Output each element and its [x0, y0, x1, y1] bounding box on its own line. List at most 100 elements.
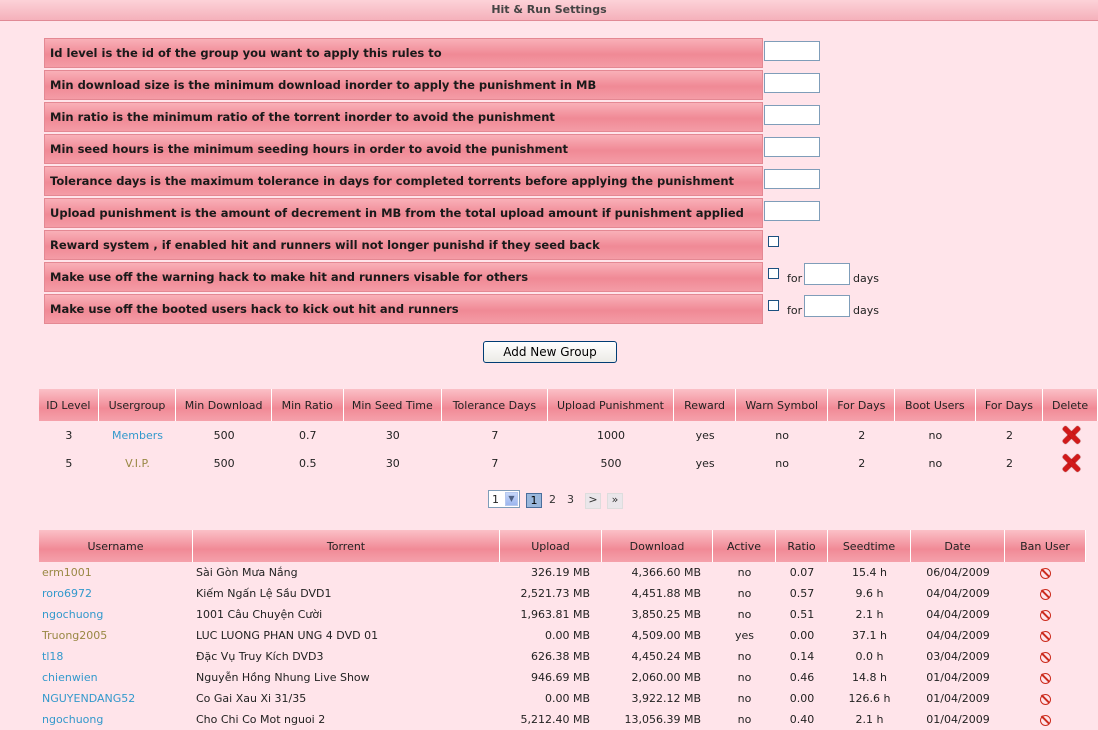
- delete-cell: [1043, 421, 1098, 449]
- boot-days: 2: [1005, 428, 1013, 442]
- ban-user-icon[interactable]: [1040, 714, 1051, 726]
- username-link[interactable]: NGUYENDANG52: [39, 688, 193, 709]
- table-row: erm1001 Sài Gòn Mưa Nắng 326.19 MB 4,366.60…: [39, 562, 1086, 583]
- column-header: Min Ratio: [271, 389, 344, 421]
- column-header: For Days: [975, 389, 1044, 421]
- seedtime: 37.1 h: [852, 629, 887, 642]
- upload-punishment-input[interactable]: [764, 201, 820, 221]
- column-header: ID Level: [39, 389, 99, 421]
- torrent-link[interactable]: Nguyễn Hồng Nhung Live Show: [193, 667, 500, 688]
- reward-checkbox[interactable]: [768, 236, 779, 247]
- username-link[interactable]: chienwien: [39, 667, 193, 688]
- for-label: for: [787, 304, 803, 317]
- ban-user-icon[interactable]: [1040, 609, 1051, 621]
- download: 13,056.39 MB: [624, 713, 701, 726]
- min-seed-hours-input[interactable]: [764, 137, 820, 157]
- ban-user-icon[interactable]: [1040, 693, 1051, 705]
- warn-days: 2: [858, 428, 866, 442]
- table-row: 5 V.I.P. 500 0.5 30 7 500 yes no 2 no 2: [39, 449, 1098, 477]
- seedtime: 2.1 h: [855, 608, 884, 621]
- boot-checkbox[interactable]: [768, 300, 779, 311]
- column-header: For Days: [828, 389, 896, 421]
- ban-user-icon[interactable]: [1040, 630, 1051, 642]
- active: no: [737, 692, 752, 705]
- column-header: Ratio: [776, 530, 828, 562]
- column-header: Seedtime: [828, 530, 911, 562]
- ratio: 0.00: [789, 629, 815, 642]
- username-link[interactable]: Truong2005: [39, 625, 193, 646]
- torrent-link[interactable]: Co Gai Xau Xi 31/35: [193, 688, 500, 709]
- setting-label: Reward system , if enabled hit and runne…: [44, 230, 763, 260]
- table-header-row: Username Torrent Upload Download Active …: [39, 530, 1086, 562]
- torrent-link[interactable]: Cho Chi Co Mot nguoi 2: [193, 709, 500, 730]
- add-new-group-button[interactable]: Add New Group: [483, 341, 617, 363]
- id-level-input[interactable]: [764, 41, 820, 61]
- setting-label: Min seed hours is the minimum seeding ho…: [44, 134, 763, 164]
- table-header-row: ID Level Usergroup Min Download Min Rati…: [39, 389, 1098, 421]
- boot-days-input[interactable]: [804, 295, 850, 317]
- ban-user-icon[interactable]: [1040, 651, 1051, 663]
- delete-x-icon[interactable]: [1061, 425, 1081, 445]
- download: 4,366.60 MB: [631, 566, 701, 579]
- torrent-link[interactable]: LUC LUONG PHAN UNG 4 DVD 01: [193, 625, 500, 646]
- tolerance-days: 7: [491, 456, 499, 470]
- delete-x-icon[interactable]: [1061, 453, 1081, 473]
- download: 4,509.00 MB: [631, 629, 701, 642]
- page-select[interactable]: 1 ▼: [488, 490, 520, 508]
- username-link[interactable]: erm1001: [39, 562, 193, 583]
- torrent-link[interactable]: 1001 Câu Chuyện Cười: [193, 604, 500, 625]
- ratio: 0.07: [789, 566, 815, 579]
- date: 04/04/2009: [926, 629, 990, 642]
- date: 06/04/2009: [926, 566, 990, 579]
- username-link[interactable]: ngochuong: [39, 604, 193, 625]
- page-current[interactable]: 1: [526, 493, 542, 508]
- usergroup-link[interactable]: Members: [99, 421, 177, 449]
- usergroup-link[interactable]: V.I.P.: [99, 449, 177, 477]
- username-link[interactable]: roro6972: [39, 583, 193, 604]
- upload: 0.00 MB: [544, 692, 590, 705]
- ban-user-icon[interactable]: [1040, 567, 1051, 579]
- ratio: 0.51: [789, 608, 815, 621]
- page-link-2[interactable]: 2: [549, 493, 556, 507]
- download: 2,060.00 MB: [631, 671, 701, 684]
- ratio: 0.57: [789, 587, 815, 600]
- min-seed-time: 30: [385, 456, 400, 470]
- days-label: days: [853, 304, 879, 317]
- id-level: 5: [65, 456, 73, 470]
- column-header: Download: [602, 530, 713, 562]
- tolerance-days-input[interactable]: [764, 169, 820, 189]
- column-header: Reward: [674, 389, 736, 421]
- username-link[interactable]: tl18: [39, 646, 193, 667]
- warning-days-input[interactable]: [804, 263, 850, 285]
- seedtime: 9.6 h: [855, 587, 884, 600]
- upload: 326.19 MB: [530, 566, 590, 579]
- min-download-input[interactable]: [764, 73, 820, 93]
- username-link[interactable]: ngochuong: [39, 709, 193, 730]
- ban-user-icon[interactable]: [1040, 672, 1051, 684]
- seedtime: 15.4 h: [852, 566, 887, 579]
- warning-checkbox[interactable]: [768, 268, 779, 279]
- next-page-button[interactable]: >: [585, 493, 601, 509]
- seedtime: 14.8 h: [852, 671, 887, 684]
- table-row: 3 Members 500 0.7 30 7 1000 yes no 2 no …: [39, 421, 1098, 449]
- upload: 946.69 MB: [530, 671, 590, 684]
- warn-symbol: no: [775, 456, 789, 470]
- tolerance-days: 7: [491, 428, 499, 442]
- page-title: Hit & Run Settings: [0, 0, 1098, 21]
- setting-label: Tolerance days is the maximum tolerance …: [44, 166, 763, 196]
- torrent-link[interactable]: Sài Gòn Mưa Nắng: [193, 562, 500, 583]
- last-page-button[interactable]: »: [607, 493, 623, 509]
- min-ratio-input[interactable]: [764, 105, 820, 125]
- days-label: days: [853, 272, 879, 285]
- ban-user-cell: [1005, 709, 1086, 730]
- torrent-link[interactable]: Đặc Vụ Truy Kích DVD3: [193, 646, 500, 667]
- ban-user-icon[interactable]: [1040, 588, 1051, 600]
- ban-user-cell: [1005, 562, 1086, 583]
- active: yes: [734, 629, 754, 642]
- page-select-value: 1: [492, 493, 499, 506]
- torrent-link[interactable]: Kiếm Ngấn Lệ Sầu DVD1: [193, 583, 500, 604]
- active: no: [737, 608, 752, 621]
- setting-label: Make use off the booted users hack to ki…: [44, 294, 763, 324]
- table-row: ngochuong 1001 Câu Chuyện Cười 1,963.81 MB…: [39, 604, 1086, 625]
- page-link-3[interactable]: 3: [567, 493, 574, 507]
